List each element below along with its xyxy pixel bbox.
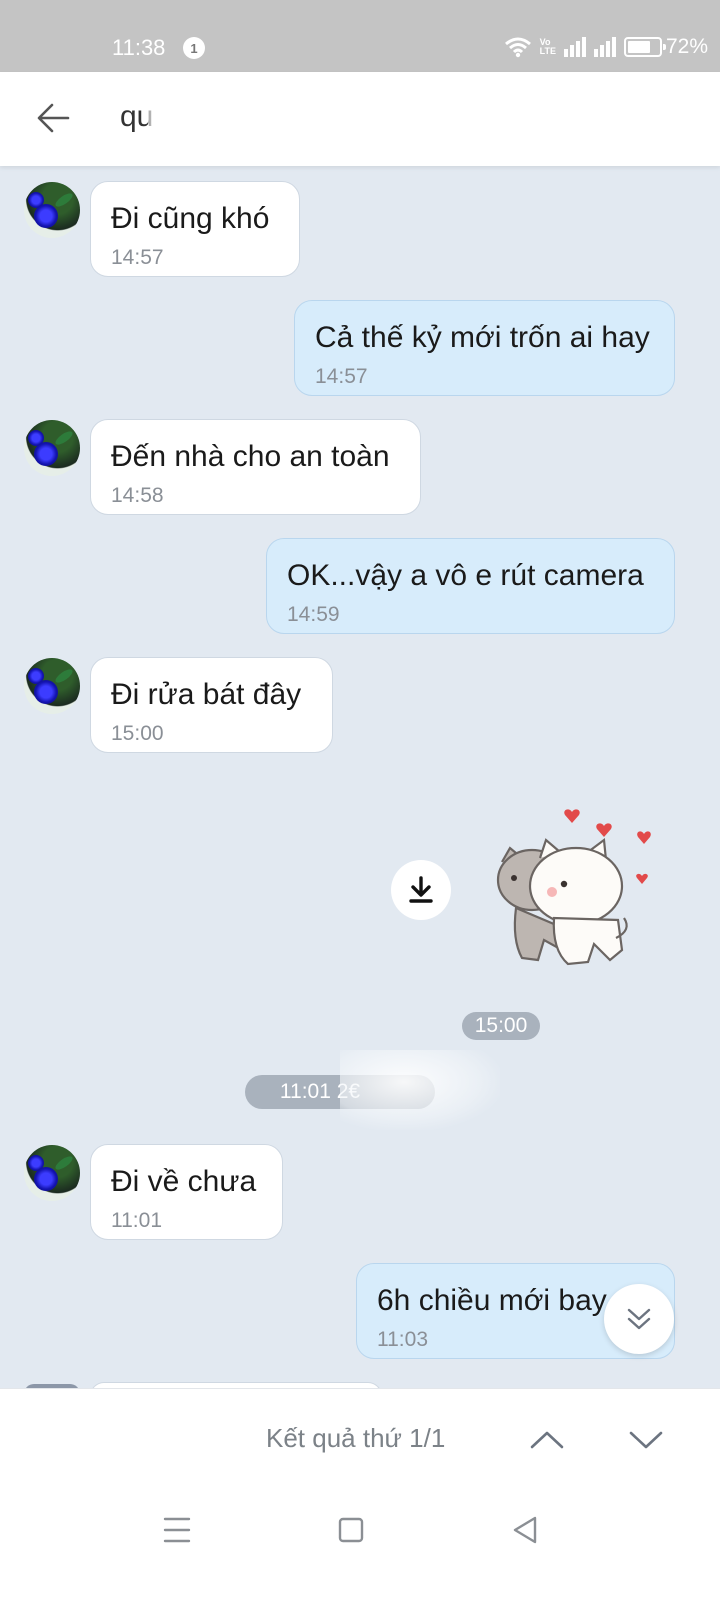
system-navigation-bar <box>0 1498 720 1600</box>
chat-header: qu <box>0 72 720 166</box>
redacted-name-blur <box>148 102 244 140</box>
chevron-up-icon[interactable] <box>527 1419 567 1459</box>
home-icon[interactable] <box>331 1510 371 1550</box>
message-bubble-incoming[interactable]: Đến nhà cho an toàn 14:58 <box>90 419 421 515</box>
contact-avatar[interactable] <box>24 182 80 238</box>
message-bubble-outgoing[interactable]: OK...vậy a vô e rút camera 14:59 <box>266 538 675 634</box>
message-text: OK...vậy a vô e rút camera <box>287 559 644 592</box>
message-time: 14:57 <box>111 246 164 269</box>
message-text: Cả thế kỷ mới trốn ai hay <box>315 321 650 354</box>
arrow-left-icon[interactable] <box>34 98 74 138</box>
message-time: 14:58 <box>111 484 164 507</box>
contact-avatar[interactable] <box>24 658 80 714</box>
status-time: 11:38 <box>112 35 166 60</box>
volte-bottom: LTE <box>539 46 556 56</box>
message-bubble-incoming[interactable]: Đi cũng khó 14:57 <box>90 181 300 277</box>
signal-2-icon <box>594 37 616 57</box>
message-text: 6h chiều mới bay <box>377 1284 607 1317</box>
message-bubble-incoming[interactable]: Đi về chưa 11:01 <box>90 1144 283 1240</box>
chevron-down-icon[interactable] <box>626 1419 666 1459</box>
cat-sticker[interactable] <box>492 800 662 975</box>
volte-icon: Vo LTE <box>540 38 556 56</box>
message-bubble-outgoing[interactable]: Cả thế kỷ mới trốn ai hay 14:57 <box>294 300 675 396</box>
heart-icon <box>596 823 612 837</box>
message-time: 15:00 <box>111 722 164 745</box>
message-text: Đi cũng khó <box>111 202 270 235</box>
message-time: 14:59 <box>287 603 340 626</box>
heart-icon <box>636 873 648 884</box>
message-text: Đi về chưa <box>111 1165 257 1198</box>
notification-badge: 1 <box>183 37 205 59</box>
menu-icon[interactable] <box>157 1510 197 1550</box>
double-chevron-down-icon <box>627 1308 651 1330</box>
battery-percent: 72% <box>665 35 708 58</box>
scroll-to-bottom-button[interactable] <box>604 1284 674 1354</box>
message-time: 14:57 <box>315 365 368 388</box>
heart-icon <box>564 809 580 823</box>
status-icons: Vo LTE <box>504 36 666 58</box>
message-time: 11:03 <box>377 1328 428 1351</box>
search-result-bar: Kết quả thứ 1/1 <box>0 1388 720 1499</box>
heart-icon <box>637 831 651 844</box>
contact-avatar[interactable] <box>24 1145 80 1201</box>
wifi-icon <box>504 37 531 58</box>
contact-avatar[interactable] <box>24 420 80 476</box>
redacted-date-blur <box>340 1050 500 1130</box>
message-text: Đến nhà cho an toàn <box>111 440 390 473</box>
message-text: Đi rửa bát đây <box>111 678 302 711</box>
download-icon <box>409 876 433 903</box>
signal-1-icon <box>564 37 586 57</box>
white-cat <box>528 837 628 966</box>
message-time: 11:01 <box>111 1209 162 1232</box>
back-triangle-icon[interactable] <box>505 1510 545 1550</box>
status-bar: 11:38 1 Vo LTE 72% <box>0 0 720 72</box>
search-result-count: Kết quả thứ 1/1 <box>266 1423 446 1453</box>
download-button[interactable] <box>391 860 451 920</box>
sticker-time: 15:00 <box>462 1012 540 1040</box>
message-bubble-incoming[interactable]: Đi rửa bát đây 15:00 <box>90 657 333 753</box>
battery-icon <box>624 37 666 57</box>
